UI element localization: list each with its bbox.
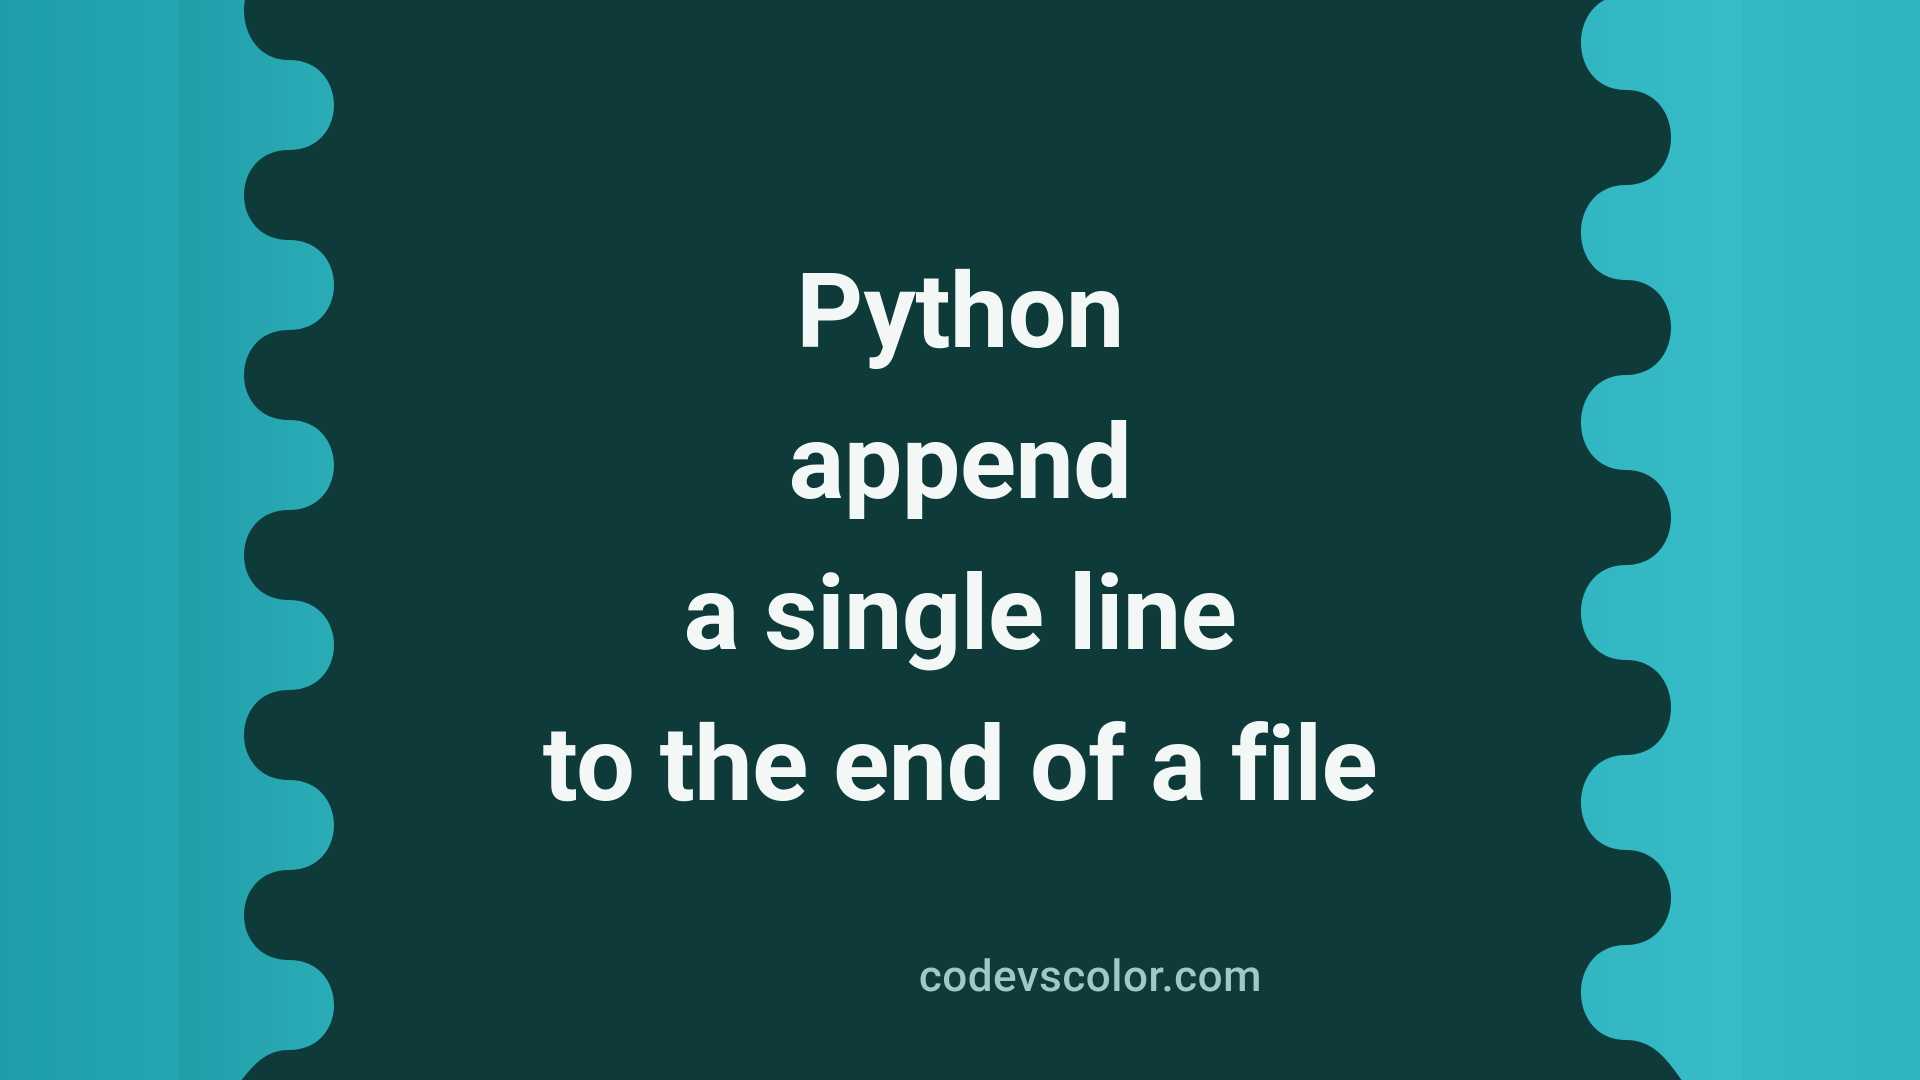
headline-line-3: a single line [0, 540, 1920, 691]
headline-block: Python append a single line to the end o… [0, 238, 1920, 841]
banner-canvas: Python append a single line to the end o… [0, 0, 1920, 1080]
headline-line-4: to the end of a file [0, 691, 1920, 842]
headline-text: Python append a single line to the end o… [0, 238, 1920, 841]
headline-line-2: append [0, 389, 1920, 540]
watermark-text: codevscolor.com [919, 950, 1262, 1002]
headline-line-1: Python [0, 238, 1920, 389]
